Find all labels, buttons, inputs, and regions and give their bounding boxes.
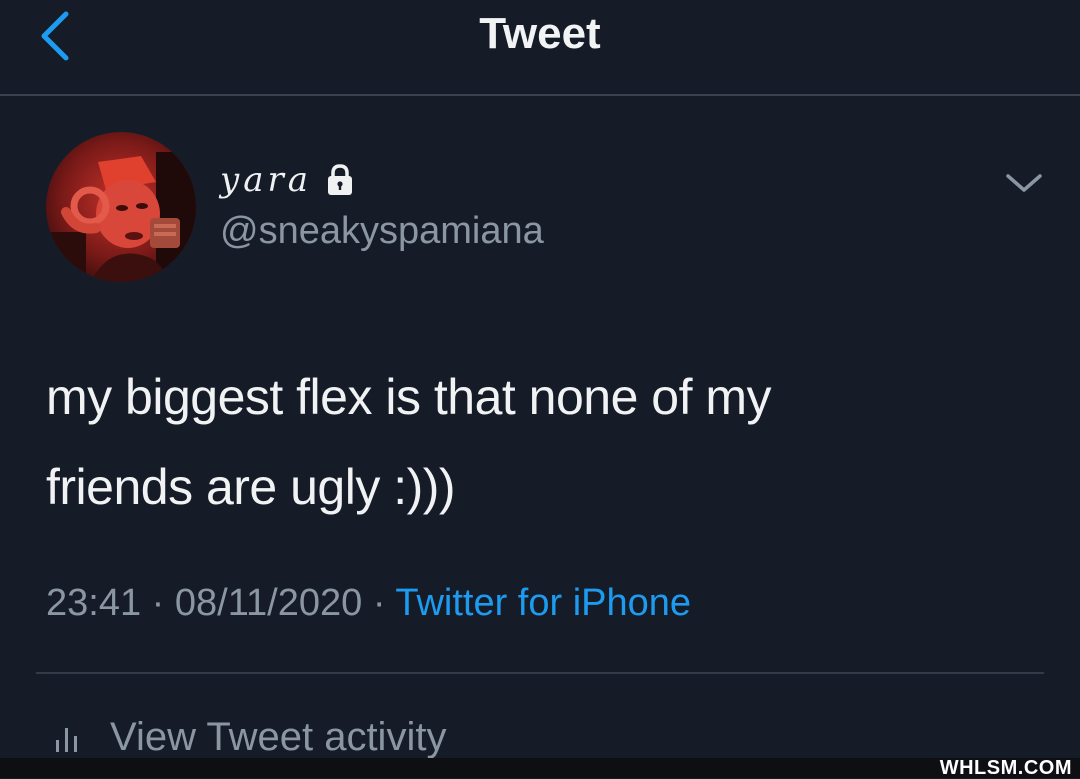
tweet-meta: 23:41 · 08/11/2020 · Twitter for iPhone bbox=[46, 578, 691, 628]
tweet-text-line: friends are ugly :))) bbox=[46, 459, 456, 515]
display-name-row: yara bbox=[220, 152, 354, 208]
tweet-menu-button[interactable] bbox=[1000, 166, 1048, 202]
tweet-text: my biggest flex is that none of my frien… bbox=[46, 352, 1026, 532]
chevron-down-icon bbox=[1006, 174, 1042, 192]
display-name[interactable]: yara bbox=[220, 160, 312, 200]
watermark: WHLSM.COM bbox=[939, 757, 1072, 779]
top-bar: Tweet bbox=[0, 0, 1080, 96]
tweet-time: 23:41 bbox=[46, 582, 142, 624]
tweet-text-line: my biggest flex is that none of my bbox=[46, 369, 772, 425]
view-activity-button[interactable]: View Tweet activity bbox=[52, 712, 446, 762]
watermark-bar bbox=[0, 758, 1080, 778]
page-title: Tweet bbox=[479, 9, 601, 58]
bar-chart-icon bbox=[56, 728, 77, 752]
meta-separator: · bbox=[151, 582, 165, 624]
lock-icon bbox=[328, 164, 353, 195]
divider bbox=[36, 672, 1044, 674]
meta-separator: · bbox=[372, 582, 386, 624]
tweet-source-link[interactable]: Twitter for iPhone bbox=[395, 582, 691, 624]
tweet-date: 08/11/2020 bbox=[174, 582, 363, 624]
avatar[interactable] bbox=[46, 132, 196, 282]
user-handle[interactable]: @sneakyspamiana bbox=[220, 208, 544, 254]
avatar-image bbox=[46, 132, 196, 282]
activity-label: View Tweet activity bbox=[110, 715, 447, 759]
